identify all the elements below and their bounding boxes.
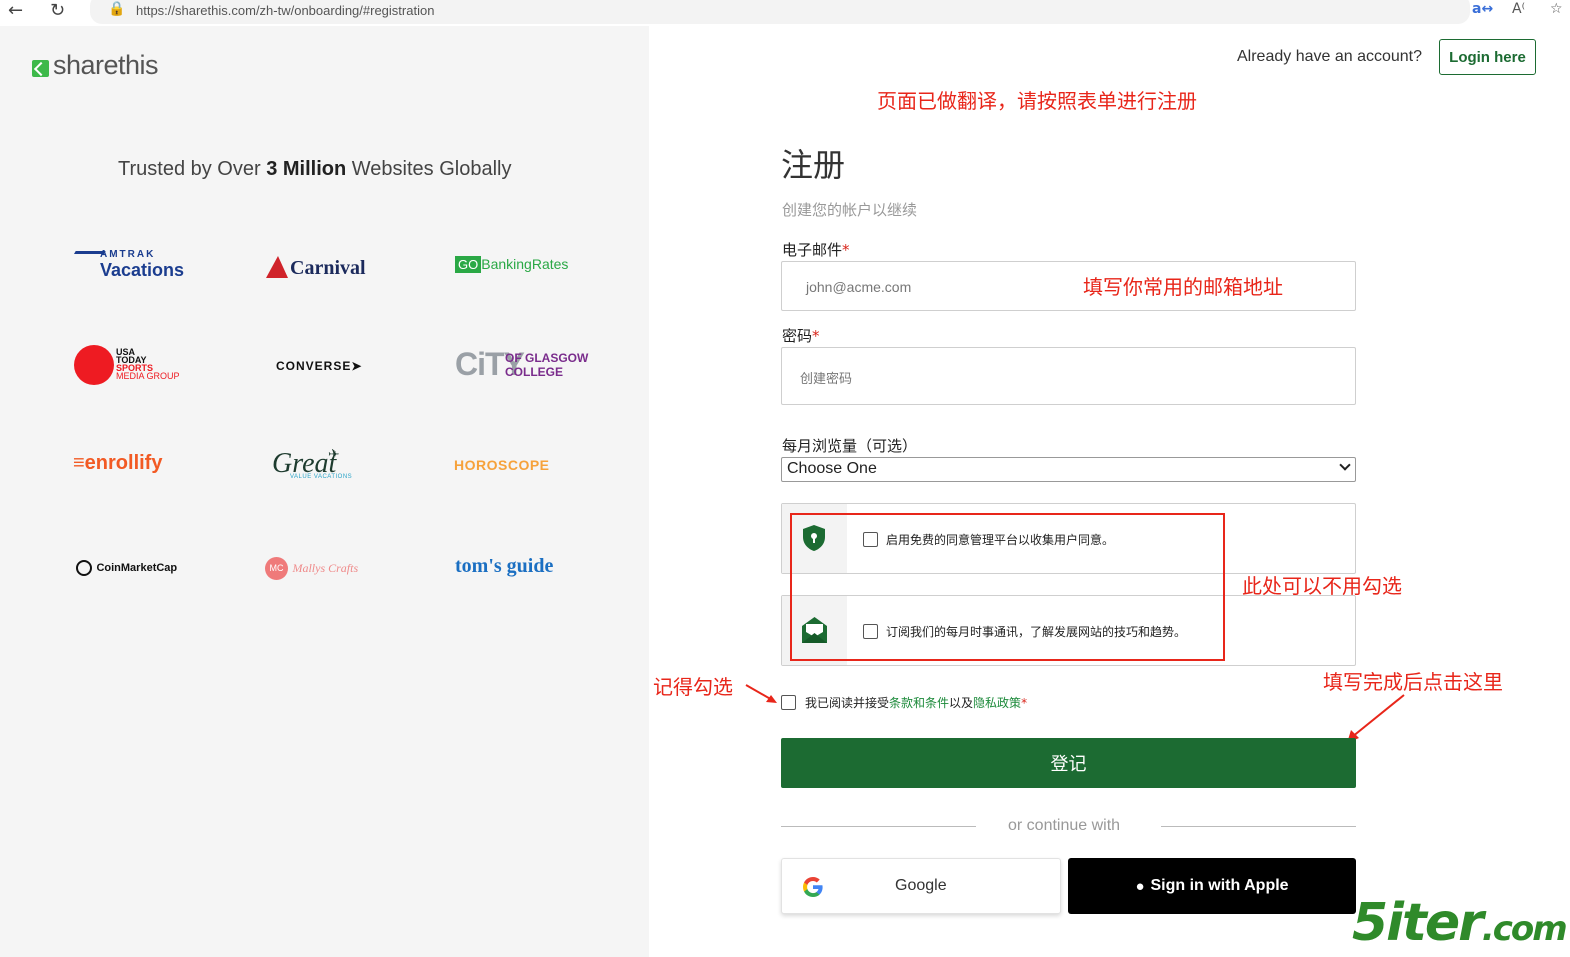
reload-icon[interactable]: ↻: [50, 0, 65, 22]
site-watermark: 5iter.com: [1352, 893, 1568, 953]
airplane-icon: ✈: [328, 446, 340, 462]
converse-logo: CONVERSE➤: [276, 359, 362, 373]
enrollify-lines-icon: ≡: [73, 452, 85, 474]
google-g-icon: [803, 877, 823, 897]
password-label: 密码*: [782, 327, 820, 345]
chevron-down-icon: [1339, 459, 1351, 471]
page-title: 注册: [781, 146, 846, 184]
terms-agreement-text: 我已阅读并接受条款和条件以及隐私政策*: [805, 696, 1028, 710]
privacy-link[interactable]: 隐私政策: [973, 696, 1021, 710]
divider-right: [1161, 826, 1356, 827]
read-aloud-icon[interactable]: A⁽: [1512, 1, 1525, 17]
google-signin-button[interactable]: Google: [781, 858, 1061, 914]
coinmarketcap-logo: CoinMarketCap: [76, 559, 177, 577]
traffic-label: 每月浏览量（可选）: [782, 437, 918, 455]
trusted-heading: Trusted by Over 3 Million Websites Globa…: [118, 158, 512, 180]
annotation-highlight-box: [790, 513, 1225, 661]
lock-icon: 🔒: [108, 1, 126, 17]
already-account-text: Already have an account?: [1237, 48, 1423, 65]
annotation-remember-note: 记得勾选: [653, 675, 733, 699]
horoscope-logo: HOROSCOPE: [454, 457, 550, 473]
gobankingrates-logo: GO BankingRates: [455, 256, 568, 274]
terms-link[interactable]: 条款和条件: [889, 696, 949, 710]
annotation-email-note: 填写你常用的邮箱地址: [1083, 275, 1283, 299]
toms-guide-logo: tom's guide: [455, 555, 554, 577]
or-continue-text: or continue with: [1008, 817, 1121, 834]
login-here-button[interactable]: Login here: [1439, 39, 1536, 75]
apple-signin-button[interactable]: ● Sign in with Apple: [1068, 858, 1356, 914]
terms-checkbox[interactable]: [781, 695, 796, 710]
converse-arrow-icon: ➤: [351, 359, 362, 373]
annotation-submit-note: 填写完成后点击这里: [1323, 670, 1503, 694]
page-subtitle: 创建您的帐户以继续: [782, 201, 918, 219]
monthly-traffic-select[interactable]: Choose One: [781, 457, 1356, 482]
apple-icon: ●: [1135, 877, 1145, 895]
annotation-translated-note: 页面已做翻译，请按照表单进行注册: [877, 89, 1197, 113]
password-field[interactable]: 创建密码: [781, 347, 1356, 405]
url-text[interactable]: https://sharethis.com/zh-tw/onboarding/#…: [136, 3, 434, 18]
email-label: 电子邮件*: [782, 241, 850, 259]
favorite-star-icon[interactable]: ☆: [1550, 1, 1563, 17]
annotation-arrow-icon: [745, 684, 777, 703]
register-submit-button[interactable]: 登记: [781, 738, 1356, 788]
back-arrow-icon[interactable]: ←: [8, 0, 23, 22]
enrollify-logo: ≡enrollify: [73, 452, 163, 474]
share-logo-icon: [32, 60, 49, 77]
coinmarketcap-icon: [76, 559, 92, 576]
usa-today-circle-icon: [74, 345, 114, 385]
browser-toolbar: ← ↻ 🔒 https://sharethis.com/zh-tw/onboar…: [0, 0, 1570, 26]
mallys-crafts-logo: MC Mallys Crafts: [265, 557, 358, 580]
mallys-badge-icon: MC: [265, 557, 288, 580]
logo-text: sharethis: [53, 50, 159, 80]
divider-left: [781, 826, 976, 827]
annotation-optional-note: 此处可以不用勾选: [1242, 574, 1402, 598]
carnival-funnel-icon: [266, 256, 288, 278]
translate-icon[interactable]: a↔: [1472, 1, 1493, 17]
